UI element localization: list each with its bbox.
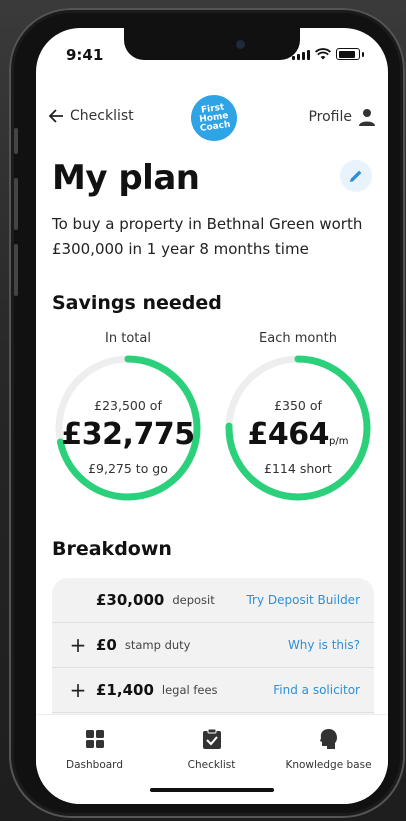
back-label: Checklist (70, 108, 134, 124)
status-time: 9:41 (66, 46, 104, 64)
head-icon (319, 729, 337, 749)
monthly-unit: p/m (329, 436, 349, 447)
monthly-remaining: £114 short (264, 461, 332, 476)
row-label: legal fees (161, 683, 218, 697)
battery-tip (362, 52, 364, 57)
first-home-coach-logo[interactable]: First Home Coach (188, 92, 240, 144)
find-solicitor-link[interactable]: Find a solicitor (273, 683, 360, 697)
back-button[interactable]: Checklist (48, 108, 134, 124)
why-is-this-link[interactable]: Why is this? (288, 638, 360, 652)
volume-down-button (14, 244, 18, 296)
edit-plan-button[interactable] (340, 160, 372, 192)
profile-button[interactable]: Profile (308, 108, 376, 126)
row-amount: £1,400 (96, 681, 154, 699)
row-prefix: + (69, 633, 87, 657)
home-indicator (150, 788, 274, 792)
breakdown-heading: Breakdown (52, 538, 172, 560)
deposit-builder-link[interactable]: Try Deposit Builder (246, 593, 360, 607)
row-label: stamp duty (124, 638, 191, 652)
row-amount: £0 (96, 636, 117, 654)
profile-label: Profile (308, 109, 352, 125)
tab-label: Checklist (187, 759, 236, 771)
notch (124, 28, 300, 60)
savings-heading: Savings needed (52, 292, 222, 314)
app-screen: 9:41 Checklist First Home Coach Profile (36, 28, 388, 804)
row-label: deposit (172, 593, 215, 607)
clipboard-icon (202, 729, 221, 749)
status-icons (292, 48, 364, 60)
top-nav: Checklist First Home Coach Profile (36, 90, 388, 150)
monthly-saved: £350 of (274, 398, 322, 413)
monthly-amount-wrap: £464p/m (223, 417, 373, 452)
tab-dashboard[interactable]: Dashboard (36, 727, 153, 771)
tab-label: Knowledge base (285, 759, 372, 771)
total-remaining: £9,275 to go (88, 461, 168, 476)
monthly-amount: £464 (247, 417, 330, 452)
front-camera (236, 40, 245, 49)
row-amount: £30,000 (96, 591, 165, 609)
total-savings-ring: £23,500 of £32,775 £9,275 to go (53, 353, 203, 503)
grid-icon (85, 730, 104, 748)
person-icon (359, 109, 375, 126)
total-amount: £32,775 (61, 417, 195, 452)
battery-icon (336, 48, 360, 60)
total-saved: £23,500 of (94, 398, 162, 413)
monthly-label: Each month (259, 331, 337, 346)
monthly-savings-ring: £350 of £464p/m £114 short (223, 353, 373, 503)
breakdown-row: £30,000 deposit Try Deposit Builder (52, 578, 374, 623)
mute-switch (14, 128, 18, 154)
total-label: In total (105, 331, 151, 346)
tab-checklist[interactable]: Checklist (153, 727, 270, 771)
breakdown-row: + £0 stamp duty Why is this? (52, 623, 374, 668)
plan-description: To buy a property in Bethnal Green worth… (52, 215, 363, 258)
tab-bar: Dashboard Checklist Knowledge base (36, 714, 388, 804)
tab-label: Dashboard (66, 759, 123, 771)
row-prefix: + (69, 678, 87, 702)
page-title: My plan (52, 158, 200, 198)
breakdown-row: + £1,400 legal fees Find a solicitor (52, 668, 374, 713)
volume-up-button (14, 178, 18, 230)
arrow-left-icon (48, 109, 63, 123)
wifi-icon (315, 48, 331, 60)
pencil-icon (350, 170, 362, 182)
tab-knowledge-base[interactable]: Knowledge base (270, 727, 387, 771)
